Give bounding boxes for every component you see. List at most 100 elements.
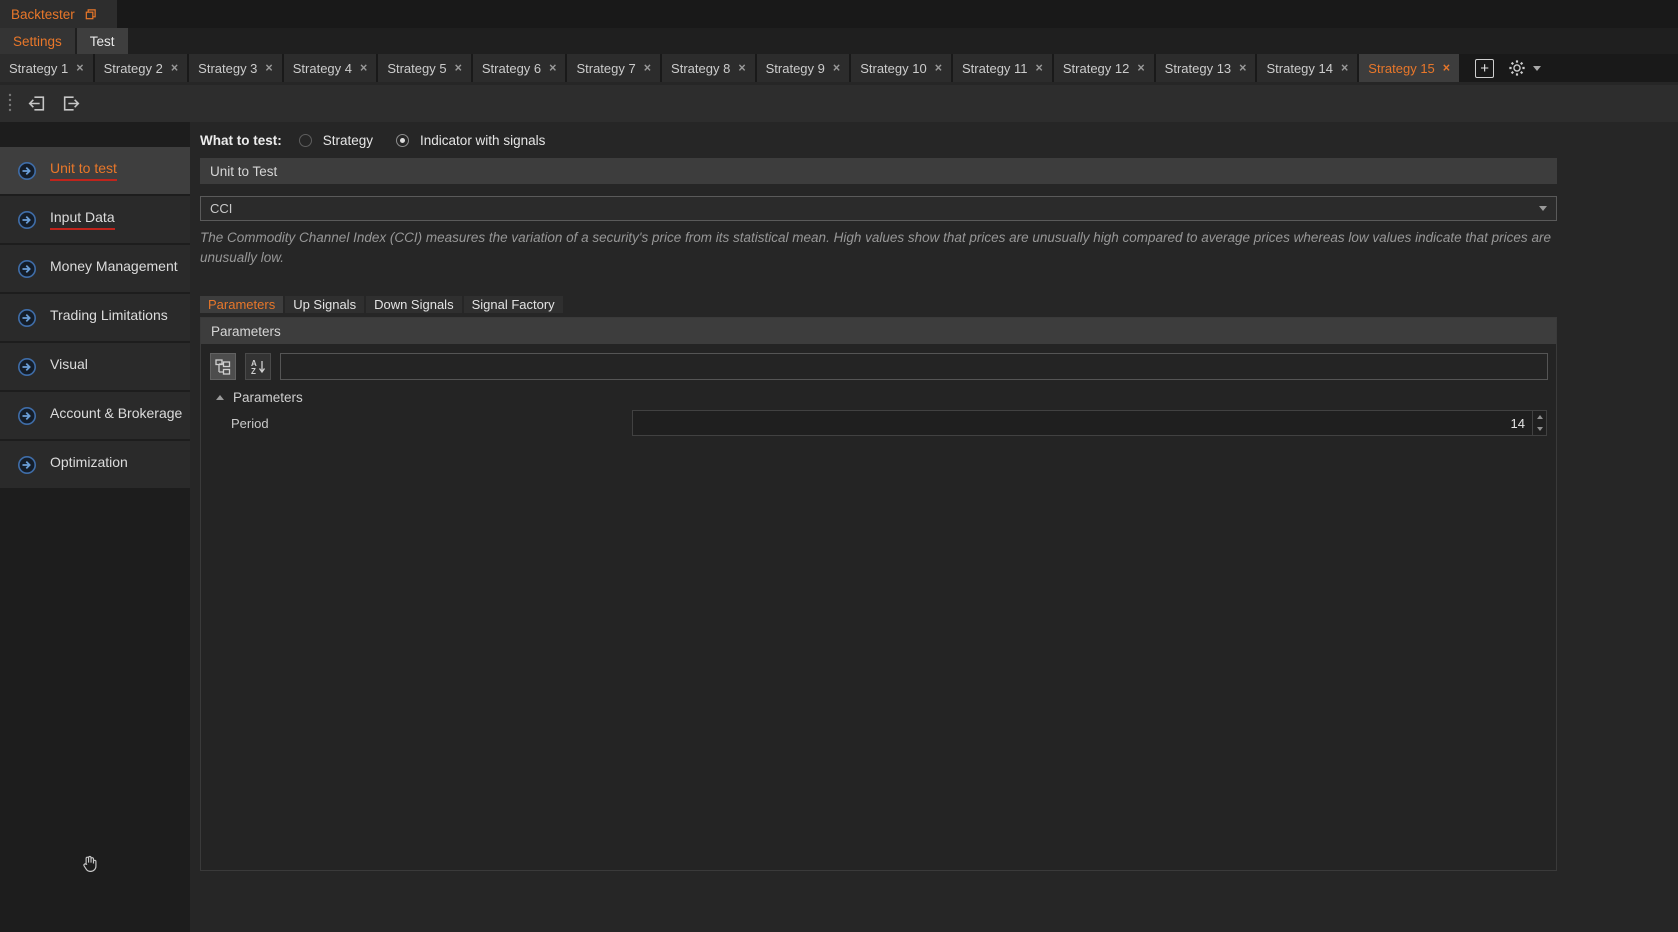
strategy-options-button[interactable] — [1508, 59, 1541, 77]
close-tab-icon[interactable]: × — [265, 62, 272, 75]
unit-to-test-header: Unit to Test — [200, 158, 1557, 184]
close-tab-icon[interactable]: × — [1443, 62, 1450, 75]
strategy-tab-label: Strategy 11 — [962, 61, 1028, 76]
parameter-filter-input[interactable] — [280, 353, 1548, 380]
arrow-circle-icon — [17, 406, 37, 426]
sidebar-item-label: Unit to test — [50, 160, 117, 181]
strategy-tab-strategy-13[interactable]: Strategy 13 × — [1156, 54, 1258, 82]
strategy-tab-label: Strategy 8 — [671, 61, 730, 76]
parameter-row-period: Period — [201, 410, 1556, 436]
spin-up-button[interactable] — [1533, 411, 1546, 423]
sidebar-item-unit-to-test[interactable]: Unit to test — [0, 147, 190, 194]
close-tab-icon[interactable]: × — [1137, 62, 1144, 75]
strategy-tab-strategy-3[interactable]: Strategy 3× — [189, 54, 284, 82]
tab-parameters[interactable]: Parameters — [200, 296, 283, 313]
value-spinner — [1532, 411, 1546, 435]
what-to-test-options: Strategy Indicator with signals — [299, 133, 569, 148]
sidebar-item-label: Account & Brokerage — [50, 405, 182, 426]
strategy-tab-label: Strategy 2 — [104, 61, 163, 76]
close-tab-icon[interactable]: × — [935, 62, 942, 75]
close-tab-icon[interactable]: × — [738, 62, 745, 75]
radio-option-strategy[interactable]: Strategy — [299, 133, 373, 148]
strategy-tab-label: Strategy 12 — [1063, 61, 1130, 76]
sidebar-item-label: Optimization — [50, 454, 128, 475]
chevron-down-icon — [1533, 66, 1541, 71]
sidebar-item-optimization[interactable]: Optimization — [0, 441, 190, 488]
arrow-circle-icon — [17, 308, 37, 328]
tab-down-signals[interactable]: Down Signals — [366, 296, 462, 313]
period-value-input[interactable] — [633, 411, 1532, 435]
toolbar-grip-handle[interactable] — [5, 93, 15, 115]
spin-down-button[interactable] — [1533, 423, 1546, 435]
strategy-tab-strategy-4[interactable]: Strategy 4× — [284, 54, 379, 82]
mode-tab-settings[interactable]: Settings — [0, 28, 75, 54]
strategy-tab-strategy-7[interactable]: Strategy 7× — [567, 54, 662, 82]
strategy-tab-strategy-5[interactable]: Strategy 5 × — [378, 54, 473, 82]
close-tab-icon[interactable]: × — [76, 62, 83, 75]
strategy-tab-strategy-8[interactable]: Strategy 8 × — [662, 54, 757, 82]
sidebar-item-trading-limitations[interactable]: Trading Limitations — [0, 294, 190, 341]
close-tab-icon[interactable]: × — [1341, 62, 1348, 75]
what-to-test-row: What to test: StrategyIndicator with sig… — [200, 128, 1678, 152]
categorized-view-button[interactable] — [210, 353, 236, 380]
strategy-tab-label: Strategy 9 — [766, 61, 825, 76]
unit-dropdown[interactable]: CCI — [200, 196, 1557, 221]
close-tab-icon[interactable]: × — [171, 62, 178, 75]
close-tab-icon[interactable]: × — [360, 62, 367, 75]
sidebar-item-visual[interactable]: Visual — [0, 343, 190, 390]
strategy-tab-strategy-15[interactable]: Strategy 15 × — [1359, 54, 1461, 82]
close-tab-icon[interactable]: × — [833, 62, 840, 75]
strategy-tab-strategy-12[interactable]: Strategy 12 × — [1054, 54, 1156, 82]
export-settings-button[interactable] — [58, 90, 85, 117]
document-tab-backtester[interactable]: Backtester — [0, 0, 117, 28]
strategy-tab-strategy-10[interactable]: Strategy 10× — [851, 54, 953, 82]
close-tab-icon[interactable]: × — [1036, 62, 1043, 75]
parameter-group-label: Parameters — [233, 390, 303, 405]
strategy-tab-strategy-6[interactable]: Strategy 6× — [473, 54, 568, 82]
mode-tab-test[interactable]: Test — [77, 28, 128, 54]
settings-sidebar: Unit to test Input Data Money Management… — [0, 122, 190, 932]
alphabetical-sort-button[interactable]: A Z — [245, 353, 271, 380]
close-tab-icon[interactable]: × — [644, 62, 651, 75]
parameters-panel: Parameters — [200, 317, 1557, 871]
close-tab-icon[interactable]: × — [549, 62, 556, 75]
tab-actions: + — [1475, 54, 1541, 82]
add-strategy-button[interactable]: + — [1475, 59, 1494, 78]
strategy-tab-strategy-1[interactable]: Strategy 1× — [0, 54, 95, 82]
close-tab-icon[interactable]: × — [455, 62, 462, 75]
sidebar-item-account-brokerage[interactable]: Account & Brokerage — [0, 392, 190, 439]
document-tab-bar: Backtester — [0, 0, 1678, 28]
settings-content: What to test: StrategyIndicator with sig… — [190, 122, 1678, 932]
strategy-tab-label: Strategy 15 — [1368, 61, 1435, 76]
radio-label: Indicator with signals — [420, 133, 545, 148]
parameter-rows: Period — [201, 406, 1556, 436]
tab-signal-factory[interactable]: Signal Factory — [464, 296, 563, 313]
strategy-tab-strategy-11[interactable]: Strategy 11 × — [953, 54, 1054, 82]
radio-option-indicator-with-signals[interactable]: Indicator with signals — [396, 133, 545, 148]
backtester-window: Backtester SettingsTest Strategy 1×Strat… — [0, 0, 1678, 932]
strategy-tab-strategy-14[interactable]: Strategy 14× — [1257, 54, 1359, 82]
az-sort-icon: A Z — [249, 358, 267, 376]
unit-dropdown-value: CCI — [210, 201, 232, 216]
mode-tab-bar: SettingsTest — [0, 28, 1678, 54]
strategy-tab-bar: Strategy 1×Strategy 2×Strategy 3×Strateg… — [0, 54, 1678, 82]
svg-text:Z: Z — [251, 367, 256, 376]
parameter-group-row[interactable]: Parameters — [201, 388, 1556, 406]
restore-window-icon[interactable] — [84, 8, 97, 21]
parameters-panel-header: Parameters — [201, 318, 1556, 344]
tab-up-signals[interactable]: Up Signals — [285, 296, 364, 313]
hand-icon[interactable] — [80, 853, 101, 874]
strategy-tab-strategy-9[interactable]: Strategy 9 × — [757, 54, 852, 82]
export-arrow-icon — [61, 93, 82, 114]
strategy-tab-label: Strategy 13 — [1165, 61, 1232, 76]
strategy-tab-label: Strategy 5 — [387, 61, 446, 76]
sidebar-item-input-data[interactable]: Input Data — [0, 196, 190, 243]
strategy-tab-strategy-2[interactable]: Strategy 2 × — [95, 54, 190, 82]
close-tab-icon[interactable]: × — [1239, 62, 1246, 75]
unit-description: The Commodity Channel Index (CCI) measur… — [200, 228, 1557, 268]
radio-button — [299, 134, 312, 147]
radio-label: Strategy — [323, 133, 373, 148]
import-settings-button[interactable] — [23, 90, 50, 117]
sidebar-item-money-management[interactable]: Money Management — [0, 245, 190, 292]
document-tab-label: Backtester — [11, 7, 75, 22]
